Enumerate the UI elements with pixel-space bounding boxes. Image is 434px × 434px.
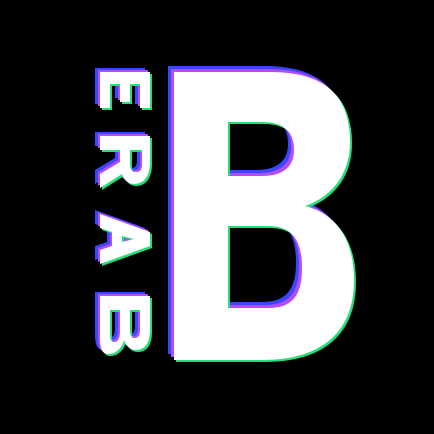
monogram-b [174, 72, 354, 360]
bare-logo [0, 0, 434, 434]
